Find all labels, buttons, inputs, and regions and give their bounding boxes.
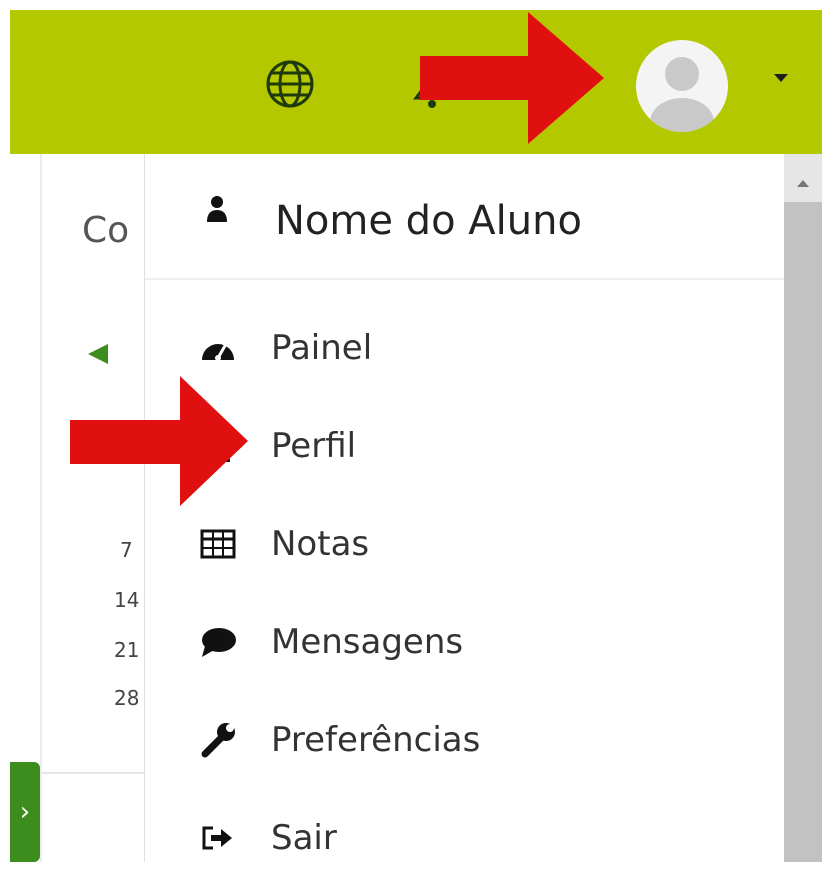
drawer-toggle-button[interactable]: › <box>10 762 40 862</box>
top-navbar <box>10 10 822 154</box>
annotation-arrow-perfil <box>70 376 248 506</box>
calendar-day[interactable]: 14 <box>114 588 139 612</box>
menu-item-mensagens[interactable]: Mensagens <box>145 602 785 682</box>
page-heading-fragment: Co <box>82 210 130 251</box>
calendar-prev-icon[interactable] <box>88 344 108 364</box>
calendar-day[interactable]: 7 <box>120 538 133 562</box>
caret-down-icon[interactable] <box>774 74 788 82</box>
sign-out-icon <box>202 826 232 850</box>
menu-item-label: Perfil <box>271 426 357 466</box>
menu-item-sair[interactable]: Sair <box>145 798 785 878</box>
scroll-up-icon[interactable] <box>797 180 809 187</box>
dashboard-icon <box>202 343 234 361</box>
menu-scrollbar[interactable] <box>784 154 822 862</box>
menu-item-label: Mensagens <box>271 622 464 662</box>
user-avatar[interactable] <box>636 40 728 132</box>
table-icon <box>200 529 236 559</box>
calendar-day[interactable]: 28 <box>114 686 139 710</box>
user-dropdown-menu: Nome do Aluno Painel Perfil Notas Mensag… <box>144 154 785 862</box>
user-icon <box>207 196 227 222</box>
menu-item-notas[interactable]: Notas <box>145 504 785 584</box>
divider <box>40 154 42 862</box>
scrollbar-thumb[interactable] <box>784 202 822 862</box>
wrench-icon <box>201 723 235 758</box>
annotation-arrow-avatar <box>420 12 604 144</box>
background-page: Co 7 14 21 28 <box>10 154 144 862</box>
menu-item-label: Painel <box>271 328 373 368</box>
menu-item-label: Sair <box>271 818 337 858</box>
comment-icon <box>202 628 236 657</box>
divider <box>42 772 144 774</box>
menu-divider <box>145 278 785 280</box>
user-name: Nome do Aluno <box>275 198 582 244</box>
menu-item-preferencias[interactable]: Preferências <box>145 700 785 780</box>
globe-icon[interactable] <box>262 56 318 112</box>
menu-item-label: Notas <box>271 524 370 564</box>
avatar-user-icon <box>650 57 714 132</box>
calendar-day[interactable]: 21 <box>114 638 139 662</box>
menu-item-label: Preferências <box>271 720 481 760</box>
user-name-row[interactable]: Nome do Aluno <box>145 154 785 278</box>
